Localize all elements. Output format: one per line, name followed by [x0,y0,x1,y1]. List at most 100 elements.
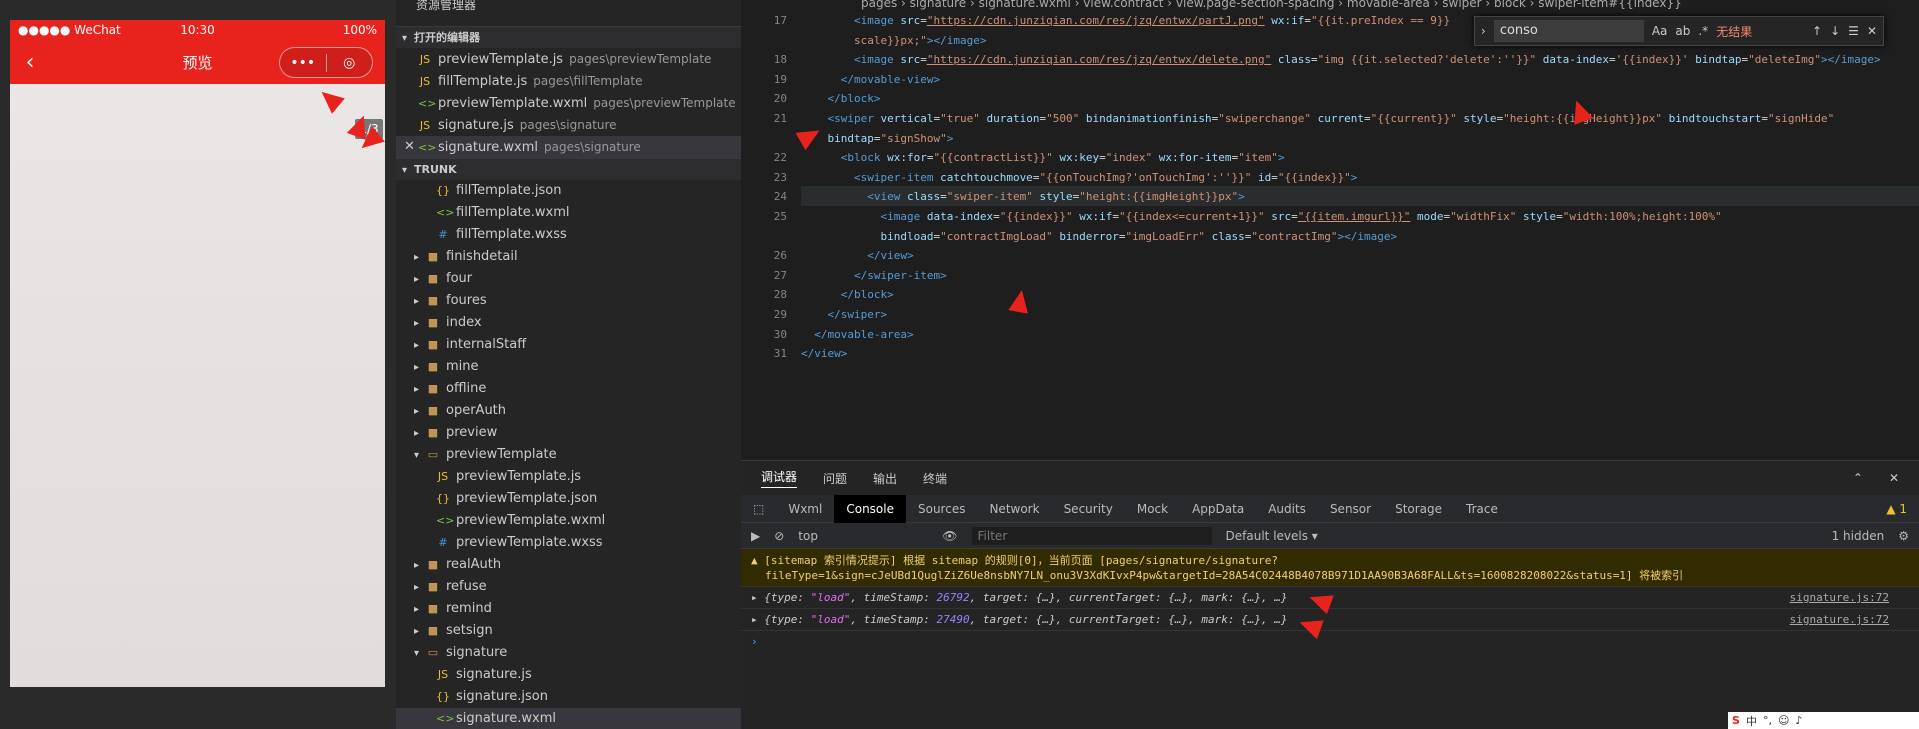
ime-mic-icon[interactable]: ♪ [1795,714,1802,727]
more-icon[interactable]: ••• [280,55,326,71]
code-line[interactable]: </view> [801,347,847,360]
code-line[interactable]: <image data-index="{{index}}" wx:if="{{i… [801,210,1721,223]
devtools-tab[interactable]: AppData [1180,495,1256,523]
tree-item[interactable]: ▸ ■ four [396,268,741,290]
match-case-icon[interactable]: Aa [1652,24,1668,38]
code-line[interactable]: </block> [801,288,894,301]
console-prompt[interactable]: › [741,631,1919,652]
tree-item[interactable]: ▸ ■ internalStaff [396,334,741,356]
inspect-icon[interactable]: ⬚ [741,495,776,523]
devtools-tab[interactable]: Network [977,495,1051,523]
tree-item[interactable]: ▸ ■ foures [396,290,741,312]
devtools-tab[interactable]: Trace [1454,495,1510,523]
tree-item[interactable]: ▸ ■ realAuth [396,554,741,576]
tree-item[interactable]: ▸ ■ index [396,312,741,334]
code-line[interactable]: </movable-area> [801,328,913,341]
panel-tab[interactable]: 问题 [823,470,847,487]
tree-item[interactable]: ▾ ▭ signature [396,642,741,664]
log-source-link[interactable]: signature.js:72 [1790,613,1889,626]
tree-item[interactable]: ▸ ■ offline [396,378,741,400]
trunk-header[interactable]: ▾ TRUNK [396,158,741,180]
devtools-tab[interactable]: Storage [1383,495,1454,523]
code-line[interactable]: <image src="https://cdn.junziqian.com/re… [801,14,1450,27]
eye-icon[interactable]: 👁 [942,529,957,543]
chevron-right-icon: ▸ [414,626,420,637]
tree-item[interactable]: ▾ ▭ previewTemplate [396,444,741,466]
tree-item[interactable]: ▸ ■ preview [396,422,741,444]
filter-input[interactable]: Filter [971,526,1212,545]
open-editor-item[interactable]: JS fillTemplate.js pages\fillTemplate [396,70,741,92]
devtools-tab[interactable]: Console [834,494,906,523]
code-line[interactable]: <swiper-item catchtouchmove="{{onTouchIm… [801,171,1357,184]
levels-select[interactable]: Default levels ▾ [1226,529,1318,543]
arrow-up-icon[interactable]: ↑ [1812,24,1822,38]
tree-item[interactable]: {} fillTemplate.json [396,180,741,202]
log-source-link[interactable]: signature.js:72 [1790,591,1889,604]
code-line[interactable]: <swiper vertical="true" duration="500" b… [801,112,1835,125]
tree-item[interactable]: ▸ ■ mine [396,356,741,378]
tree-item[interactable]: <> previewTemplate.wxml [396,510,741,532]
tree-item[interactable]: {} previewTemplate.json [396,488,741,510]
ime-mode[interactable]: 中 [1746,713,1757,729]
devtools-tab[interactable]: Mock [1125,495,1180,523]
devtools-tab[interactable]: Security [1052,495,1125,523]
panel-tab[interactable]: 输出 [873,470,897,487]
tree-item[interactable]: ▸ ■ refuse [396,576,741,598]
chevron-up-icon[interactable]: ⌃ [1853,471,1863,485]
open-editor-item[interactable]: JS previewTemplate.js pages\previewTemplat… [396,48,741,70]
tree-item[interactable]: ▸ ■ operAuth [396,400,741,422]
arrow-down-icon[interactable]: ↓ [1830,24,1840,38]
menu-icon[interactable]: ☰ [1848,24,1859,38]
tree-item[interactable]: <> fillTemplate.wxml [396,202,741,224]
breadcrumb[interactable]: pages › signature › signature.wxml › vie… [741,0,1919,14]
code-line[interactable]: </swiper-item> [801,269,947,282]
open-editors-header[interactable]: ▾ 打开的编辑器 [396,26,741,48]
code-line[interactable]: <image src="https://cdn.junziqian.com/re… [801,53,1881,66]
tree-item[interactable]: ▸ ■ finishdetail [396,246,741,268]
clear-icon[interactable]: ⊘ [774,529,784,543]
whole-word-icon[interactable]: ab [1675,24,1690,38]
pause-icon[interactable]: ▶ [751,529,760,543]
tree-item[interactable]: JS signature.js [396,664,741,686]
code-line[interactable]: <view class="swiper-item" style="height:… [801,190,1245,203]
gear-icon[interactable]: ⚙ [1898,529,1909,543]
find-input[interactable]: conso [1493,20,1644,42]
devtools-tab[interactable]: Audits [1256,495,1318,523]
code-line[interactable]: </movable-view> [801,73,940,86]
panel-tab[interactable]: 终端 [923,470,947,487]
panel-tab[interactable]: 调试器 [761,468,798,488]
tree-item[interactable]: JS previewTemplate.js [396,466,741,488]
context-select[interactable]: top [798,529,928,543]
close-panel-icon[interactable]: ✕ [1889,471,1899,485]
devtools-tab[interactable]: Wxml [776,495,834,523]
open-editor-item[interactable]: JS signature.js pages\signature [396,114,741,136]
code-line[interactable]: </view> [801,249,913,262]
code-line[interactable]: </swiper> [801,308,888,321]
warning-count[interactable]: ▲ 1 [1874,495,1919,523]
tree-item[interactable]: {} signature.json [396,686,741,708]
tree-item[interactable]: # previewTemplate.wxss [396,532,741,554]
code-line[interactable]: scale}}px;"></image> [801,34,986,47]
tree-item[interactable]: ▸ ■ setsign [396,620,741,642]
code-line[interactable]: <block wx:for="{{contractList}}" wx:key=… [801,151,1285,164]
devtools-tab[interactable]: Sensor [1318,495,1383,523]
code-line[interactable]: bindload="contractImgLoad" binderror="im… [801,230,1397,243]
code-line[interactable]: </block> [801,92,881,105]
regex-icon[interactable]: .* [1698,24,1708,38]
open-editor-item[interactable]: <> previewTemplate.wxml pages\previewTempl… [396,92,741,114]
close-icon[interactable]: ✕ [404,136,415,158]
console-log-entry[interactable]: ▸ {type: "load", timeStamp: 27490, targe… [741,609,1919,631]
chevron-right-icon[interactable]: › [1481,24,1486,38]
close-icon[interactable]: ✕ [1867,24,1877,38]
tree-item[interactable]: <> signature.wxml [396,708,741,729]
sogou-icon[interactable]: S [1732,714,1740,727]
ime-emoji-icon[interactable]: ☺ [1778,714,1789,727]
open-editor-item[interactable]: ✕ <> signature.wxml pages\signature [396,136,741,158]
code-editor[interactable]: pages › signature › signature.wxml › vie… [741,0,1919,460]
devtools-tab[interactable]: Sources [906,495,977,523]
tree-item[interactable]: ▸ ■ remind [396,598,741,620]
tree-item-label: preview [446,425,498,440]
tree-item[interactable]: # fillTemplate.wxss [396,224,741,246]
close-circle-icon[interactable]: ◎ [327,55,373,71]
ime-punct-icon[interactable]: °, [1763,714,1772,727]
